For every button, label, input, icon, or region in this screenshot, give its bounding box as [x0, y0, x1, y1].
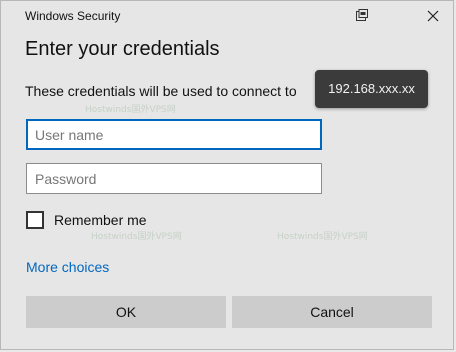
remember-me-checkbox[interactable] — [26, 211, 44, 229]
remember-me-checkbox-row[interactable]: Remember me — [26, 211, 147, 229]
more-choices-link[interactable]: More choices — [26, 259, 109, 275]
watermark-text: Hostwinds国外VPS网 — [85, 105, 176, 115]
watermark-text: Hostwinds国外VPS网 — [91, 232, 182, 242]
credentials-dialog: Windows Security Enter your credentials … — [0, 0, 454, 350]
remember-me-label[interactable]: Remember me — [54, 212, 147, 228]
ok-button[interactable]: OK — [26, 296, 226, 328]
cancel-button[interactable]: Cancel — [232, 296, 432, 328]
title-bar: Windows Security — [1, 1, 453, 33]
dialog-heading: Enter your credentials — [25, 38, 220, 60]
watermark-text: Hostwinds国外VPS网 — [277, 232, 368, 242]
server-address-tooltip: 192.168.xxx.xx — [315, 70, 428, 108]
dialog-description: These credentials will be used to connec… — [25, 83, 297, 99]
close-icon[interactable] — [423, 6, 443, 26]
restore-window-icon[interactable] — [355, 8, 369, 22]
password-input[interactable] — [26, 163, 322, 194]
username-input[interactable] — [26, 119, 322, 150]
window-title: Windows Security — [25, 9, 121, 23]
